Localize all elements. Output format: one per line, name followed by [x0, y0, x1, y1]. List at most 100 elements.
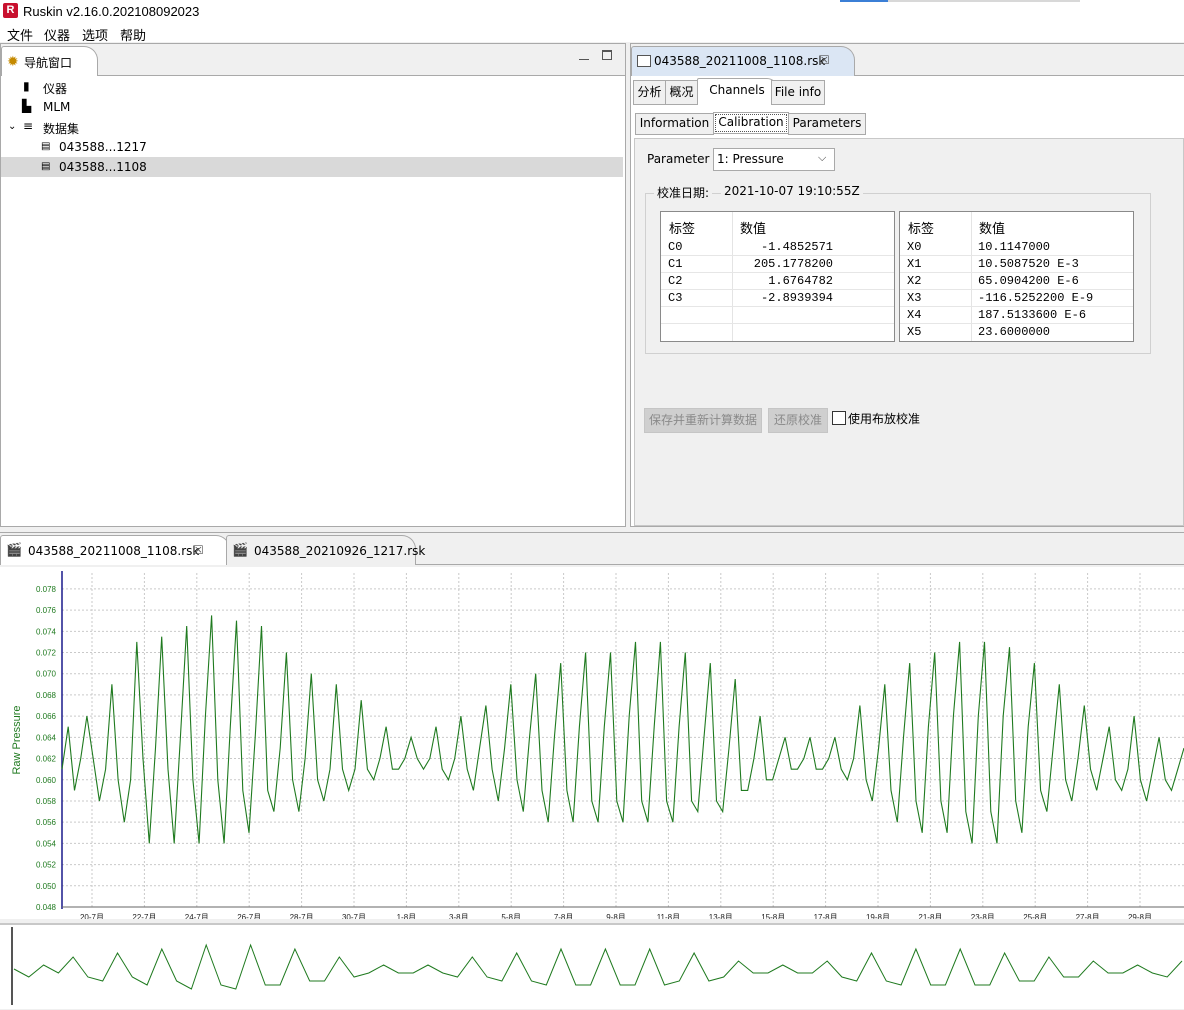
overview-chart[interactable] — [0, 923, 1184, 1009]
row-value: 65.0904200 E-6 — [978, 274, 1079, 288]
row-value: 10.1147000 — [978, 240, 1051, 254]
table-row[interactable]: X4 187.5133600 E-6 — [900, 306, 1133, 324]
use-deployment-calibration-label: 使用布放校准 — [848, 412, 921, 426]
coefficient-table-c: 标签 数值 C0 -1.4852571 C1 205.1778200 C2 1.… — [660, 211, 895, 342]
calibration-date-value: 2021-10-07 19:10:55Z — [721, 184, 863, 198]
table-row[interactable]: X2 65.0904200 E-6 — [900, 272, 1133, 290]
table-header-value: 数值 — [740, 222, 767, 237]
table-row[interactable]: X5 23.6000000 — [900, 323, 1133, 340]
tab-analysis[interactable]: 分析 — [633, 80, 666, 105]
parameter-select[interactable]: 1: Pressure ⌵ — [713, 148, 835, 171]
y-tick-label: 0.050 — [36, 882, 57, 891]
tree-item-instrument[interactable]: ▮ 仪器 — [1, 77, 623, 97]
restore-calibration-button[interactable]: 还原校准 — [768, 408, 828, 433]
chart-tab-label: 043588_20210926_1217.rsk — [254, 544, 426, 558]
table-row[interactable]: C1 205.1778200 — [661, 255, 894, 273]
tree-item-label: MLM — [43, 100, 71, 114]
tree-item-file-1217[interactable]: ▤ 043588...1217 — [1, 137, 623, 157]
editor-tab[interactable]: 043588_20211008_1108.rsk ☒ — [631, 46, 855, 76]
window-title: Ruskin v2.16.0.202108092023 — [23, 4, 200, 19]
close-icon[interactable]: ☒ — [819, 53, 830, 67]
y-tick-label: 0.062 — [36, 755, 57, 764]
row-label: X1 — [907, 257, 922, 271]
row-value: 10.5087520 E-3 — [978, 257, 1079, 271]
row-value: -1.4852571 — [760, 240, 833, 254]
chart-tab-1217[interactable]: 🎬 043588_20210926_1217.rsk — [226, 535, 425, 565]
title-accent-bar — [840, 0, 888, 2]
x-tick-label: 21-8月 — [918, 913, 942, 919]
save-recalculate-button[interactable]: 保存并重新计算数据 — [644, 408, 762, 433]
tree-item-mlm[interactable]: ▙ MLM — [1, 97, 623, 117]
table-row[interactable]: X3 -116.5252200 E-9 — [900, 289, 1133, 307]
table-row-empty — [661, 306, 894, 324]
overview-series-line — [13, 943, 1183, 990]
x-tick-label: 9-8月 — [606, 913, 626, 919]
navigator-panel: ✹ 导航窗口 ▮ 仪器 ▙ MLM ⌄ ≡ 数据集 ▤ 043588...121… — [0, 43, 626, 527]
chart-tab-label: 043588_20211008_1108.rsk — [28, 544, 200, 558]
y-tick-label: 0.066 — [36, 712, 57, 721]
parameter-label: Parameter — [647, 152, 710, 166]
x-tick-label: 23-8月 — [971, 913, 995, 919]
x-tick-label: 28-7月 — [290, 913, 314, 919]
main-chart[interactable]: 0.048 0.050 0.052 0.054 0.056 0.058 0.060 0.062… — [0, 567, 1184, 940]
x-tick-label: 7-8月 — [554, 913, 574, 919]
coefficient-table-x: 标签 数值 X0 10.1147000 X1 10.5087520 E-3 X2… — [899, 211, 1134, 342]
table-row[interactable]: C2 1.6764782 — [661, 272, 894, 290]
table-row[interactable]: X1 10.5087520 E-3 — [900, 255, 1133, 273]
y-tick-label: 0.052 — [36, 861, 57, 870]
menu-options[interactable]: 选项 — [82, 25, 108, 44]
chevron-down-icon: ⌵ — [818, 151, 827, 164]
row-value: -2.8939394 — [760, 291, 833, 305]
tab-overview[interactable]: 概况 — [665, 80, 698, 105]
navigator-icon: ✹ — [7, 54, 19, 70]
row-label: X5 — [907, 325, 922, 339]
x-tick-label: 25-8月 — [1023, 913, 1047, 919]
chart-tab-1108[interactable]: 🎬 043588_20211008_1108.rsk ☒ — [0, 535, 230, 565]
x-tick-label: 30-7月 — [342, 913, 366, 919]
y-tick-label: 0.068 — [36, 691, 57, 700]
instrument-icon: ▮ — [23, 79, 30, 93]
tree-item-dataset[interactable]: ⌄ ≡ 数据集 — [1, 117, 623, 137]
menu-help[interactable]: 帮助 — [120, 25, 146, 44]
y-tick-label: 0.064 — [36, 733, 57, 742]
minimize-icon[interactable] — [579, 49, 589, 60]
table-row[interactable]: C3 -2.8939394 — [661, 289, 894, 307]
calibration-content: Parameter 1: Pressure ⌵ 校准日期: 2021-10-07… — [634, 138, 1184, 526]
y-tick-label: 0.078 — [36, 585, 57, 594]
row-value: 1.6764782 — [768, 274, 833, 288]
menu-file[interactable]: 文件 — [7, 25, 33, 44]
tab-channels[interactable]: Channels — [697, 78, 777, 103]
overview-chart-svg — [11, 927, 1183, 1005]
maximize-icon[interactable] — [602, 50, 612, 60]
tree-item-file-1108[interactable]: ▤ 043588...1108 — [1, 157, 623, 177]
chevron-down-icon[interactable]: ⌄ — [8, 121, 16, 132]
tree-item-label: 数据集 — [43, 122, 80, 136]
close-icon[interactable]: ☒ — [193, 543, 204, 557]
menu-instrument[interactable]: 仪器 — [44, 25, 70, 44]
navigator-tab[interactable]: ✹ 导航窗口 — [1, 46, 98, 76]
x-tick-label: 27-8月 — [1076, 913, 1100, 919]
y-tick-label: 0.056 — [36, 818, 57, 827]
x-tick-label: 11-8月 — [657, 913, 680, 919]
editor-tab-label: 043588_20211008_1108.rsk — [654, 54, 826, 68]
tab-file-info[interactable]: File info — [771, 80, 825, 105]
table-row[interactable]: C0 -1.4852571 — [661, 238, 894, 256]
row-label: X3 — [907, 291, 922, 305]
x-tick-label: 24-7月 — [185, 913, 209, 919]
x-tick-label: 1-8月 — [397, 913, 417, 919]
y-tick-label: 0.072 — [36, 649, 57, 658]
subtab-information[interactable]: Information — [635, 113, 714, 135]
subtab-parameters[interactable]: Parameters — [788, 113, 866, 135]
table-header-label: 标签 — [908, 222, 935, 237]
mlm-icon: ▙ — [22, 99, 32, 113]
row-value: 187.5133600 E-6 — [978, 308, 1087, 322]
table-row[interactable]: X0 10.1147000 — [900, 238, 1133, 256]
use-deployment-calibration-checkbox[interactable] — [832, 411, 846, 425]
clapper-icon: 🎬 — [6, 543, 23, 558]
y-tick-label: 0.060 — [36, 776, 57, 785]
subtab-calibration[interactable]: Calibration — [713, 112, 789, 134]
row-label: X0 — [907, 240, 922, 254]
tree-item-label: 043588...1108 — [59, 160, 147, 174]
y-tick-label: 0.076 — [36, 606, 57, 615]
editor-tab-bar: 043588_20211008_1108.rsk ☒ — [631, 44, 1184, 76]
